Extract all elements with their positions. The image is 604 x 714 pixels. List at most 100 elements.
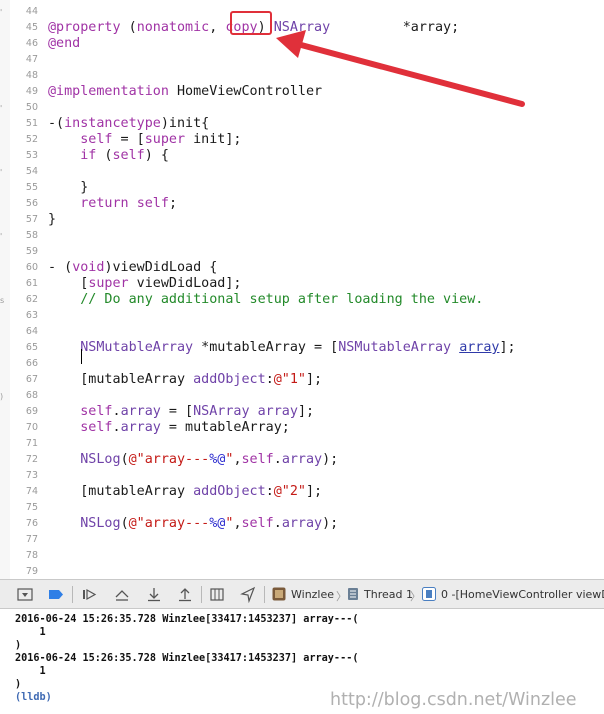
annotation-arrow	[276, 30, 525, 107]
code-token: self	[80, 420, 113, 435]
breadcrumb-app[interactable]: Winzlee	[291, 588, 334, 601]
code-token: array	[459, 340, 500, 355]
line-number: 63	[25, 310, 38, 321]
text-cursor	[81, 349, 82, 364]
code-line[interactable]: 65 NSMutableArray *mutableArray = [NSMut…	[0, 340, 604, 356]
line-number: 66	[25, 358, 38, 369]
code-token: self	[241, 516, 274, 531]
breadcrumb-thread[interactable]: Thread 1	[364, 588, 413, 601]
code-token: ];	[297, 404, 315, 419]
code-text[interactable]: [mutableArray addObject:@"2"];	[48, 484, 322, 500]
code-token: = mutableArray;	[160, 420, 290, 435]
location-icon[interactable]	[239, 586, 257, 604]
code-token: @"2"	[273, 484, 306, 499]
code-token: @"array---	[128, 452, 210, 467]
view-debugger-icon[interactable]	[208, 586, 226, 603]
watermark: http://blog.csdn.net/Winzlee	[330, 690, 577, 710]
code-line[interactable]: 67 [mutableArray addObject:@"1"];	[0, 372, 604, 388]
code-token: (	[120, 452, 129, 467]
code-token: %@	[209, 452, 226, 467]
line-number: 69	[25, 406, 38, 417]
code-token: :	[265, 372, 274, 387]
code-token: array	[120, 420, 161, 435]
console-line: )	[15, 640, 22, 651]
code-line[interactable]: 69 self.array = [NSArray array];	[0, 404, 604, 420]
code-token: NSMutableArray	[80, 340, 194, 355]
console-line: 2016-06-24 15:26:35.728 Winzlee[33417:14…	[15, 653, 359, 664]
code-token: *mutableArray = [	[193, 340, 339, 355]
code-token: %@	[209, 516, 226, 531]
code-token: );	[322, 452, 339, 467]
code-token: array	[281, 516, 323, 531]
code-token: .	[112, 404, 121, 419]
code-text[interactable]: NSLog(@"array---%@",self.array);	[48, 516, 338, 532]
step-out-icon[interactable]	[176, 586, 194, 603]
toolbar-separator	[201, 586, 202, 603]
code-line[interactable]: 68	[0, 388, 604, 404]
code-token: array	[257, 404, 298, 419]
code-token: addObject	[193, 372, 266, 387]
lldb-prompt[interactable]: (lldb)	[15, 691, 52, 704]
code-line[interactable]: 63	[0, 308, 604, 324]
code-text[interactable]: [mutableArray addObject:@"1"];	[48, 372, 322, 388]
code-line[interactable]: 72 NSLog(@"array---%@",self.array);	[0, 452, 604, 468]
code-line[interactable]: 79	[0, 564, 604, 579]
code-token: = [	[160, 404, 194, 419]
code-token: ];	[306, 372, 323, 387]
line-number: 79	[25, 566, 38, 577]
line-number: 74	[25, 486, 38, 497]
console-line: 1	[15, 627, 46, 638]
code-line[interactable]: 73	[0, 468, 604, 484]
line-number: 65	[25, 342, 38, 353]
code-line[interactable]: 64	[0, 324, 604, 340]
code-line[interactable]: 76 NSLog(@"array---%@",self.array);	[0, 516, 604, 532]
code-line[interactable]: 78	[0, 548, 604, 564]
toolbar-separator	[72, 586, 73, 603]
line-number: 76	[25, 518, 38, 529]
breakpoints-toggle-icon[interactable]	[47, 586, 65, 603]
code-line[interactable]: 75	[0, 500, 604, 516]
source-editor[interactable]: ' ' ' ' s) 44 45 @property (nonatomic, copy) N…	[0, 0, 604, 579]
breadcrumb-frame[interactable]: 0 -[HomeViewController viewDi	[441, 588, 604, 601]
code-line[interactable]: 74 [mutableArray addObject:@"2"];	[0, 484, 604, 500]
code-line[interactable]: 70 self.array = mutableArray;	[0, 420, 604, 436]
console-line: )	[15, 679, 22, 690]
hide-console-icon[interactable]	[16, 586, 34, 603]
code-line[interactable]: 77	[0, 532, 604, 548]
continue-icon[interactable]	[80, 586, 98, 603]
step-into-icon[interactable]	[145, 586, 163, 603]
code-token: (	[120, 516, 129, 531]
line-number: 77	[25, 534, 38, 545]
code-token: );	[322, 516, 339, 531]
code-text[interactable]: self.array = [NSArray array];	[48, 404, 314, 420]
code-token: .	[273, 452, 282, 467]
code-token: NSLog	[80, 452, 121, 467]
code-token: NSLog	[80, 516, 121, 531]
line-number: 68	[25, 390, 38, 401]
code-text[interactable]: NSLog(@"array---%@",self.array);	[48, 452, 338, 468]
code-token: .	[112, 420, 121, 435]
line-number: 70	[25, 422, 38, 433]
code-token: @"1"	[273, 372, 306, 387]
code-token: self	[241, 452, 274, 467]
console-line: 1	[15, 666, 46, 677]
code-line[interactable]: 66	[0, 356, 604, 372]
line-number: 78	[25, 550, 38, 561]
code-token: [mutableArray	[48, 372, 194, 387]
code-token: ,	[233, 452, 242, 467]
breadcrumb-chevron-icon: 〉	[410, 590, 421, 603]
code-token: array	[120, 404, 161, 419]
code-token: addObject	[193, 484, 266, 499]
line-number: 72	[25, 454, 38, 465]
code-text[interactable]: self.array = mutableArray;	[48, 420, 290, 436]
stack-frame-icon	[422, 587, 436, 601]
code-line[interactable]: 71	[0, 436, 604, 452]
code-text[interactable]: NSMutableArray *mutableArray = [NSMutabl…	[48, 340, 515, 356]
step-over-icon[interactable]	[113, 586, 131, 603]
